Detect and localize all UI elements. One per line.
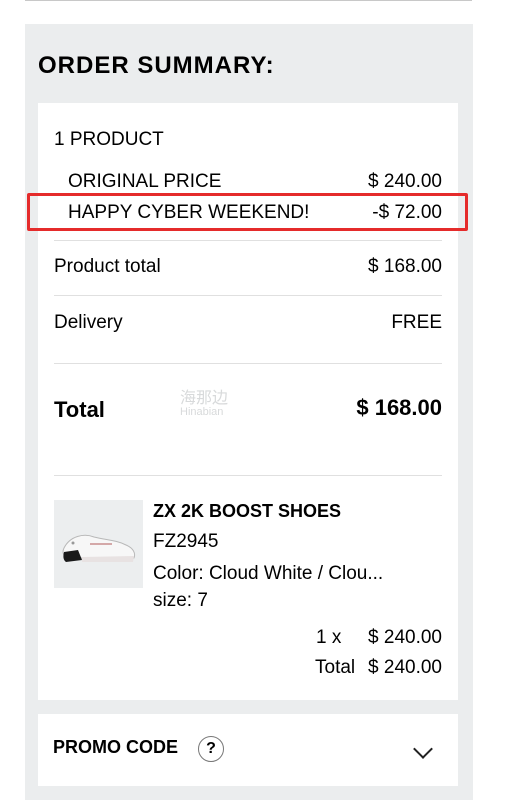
product-total-label: Product total xyxy=(54,256,161,277)
original-price-value: $ 240.00 xyxy=(368,171,442,192)
product-total-value: $ 168.00 xyxy=(368,256,442,277)
divider xyxy=(54,295,442,296)
product-color: Color: Cloud White / Clou... xyxy=(153,563,384,584)
top-divider xyxy=(25,0,472,1)
divider xyxy=(54,475,442,476)
promo-code-toggle[interactable]: PROMO CODE ? xyxy=(38,714,458,786)
product-size: size: 7 xyxy=(153,590,208,611)
help-icon[interactable]: ? xyxy=(198,736,224,762)
order-summary-title: ORDER SUMMARY: xyxy=(38,52,275,79)
product-line-total-label: Total xyxy=(315,657,356,678)
product-name[interactable]: ZX 2K BOOST SHOES xyxy=(153,501,341,522)
watermark: 海那边 Hinabian xyxy=(180,390,229,418)
discount-highlight xyxy=(27,193,468,231)
product-count: 1 PRODUCT xyxy=(54,129,164,150)
product-unit-price: $ 240.00 xyxy=(368,627,442,648)
total-value: $ 168.00 xyxy=(356,395,442,420)
original-price-label: ORIGINAL PRICE xyxy=(68,171,222,192)
total-label: Total xyxy=(54,397,105,422)
chevron-down-icon[interactable] xyxy=(413,739,433,759)
delivery-value: FREE xyxy=(391,312,442,333)
shoe-icon xyxy=(62,534,136,562)
divider xyxy=(54,363,442,364)
promo-code-label: PROMO CODE xyxy=(53,737,179,757)
product-line-total-value: $ 240.00 xyxy=(368,657,442,678)
divider xyxy=(54,240,442,241)
delivery-label: Delivery xyxy=(54,312,123,333)
order-summary-panel: ORDER SUMMARY: 1 PRODUCT ORIGINAL PRICE … xyxy=(25,24,473,800)
product-sku: FZ2945 xyxy=(153,531,219,552)
product-quantity: 1 x xyxy=(316,627,342,648)
product-image[interactable] xyxy=(54,500,143,588)
